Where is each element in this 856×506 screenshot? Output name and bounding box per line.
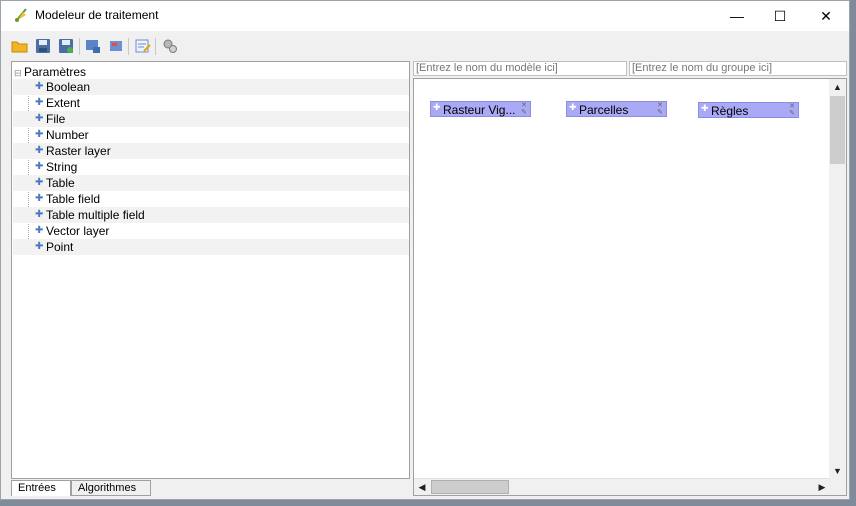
title-bar: Modeleur de traitement — ☐ ✕ [1, 1, 849, 31]
close-button[interactable]: ✕ [803, 1, 849, 31]
node-input-icon: ✚ [701, 103, 709, 113]
window-title: Modeleur de traitement [35, 8, 159, 22]
add-input-icon: ✚ [35, 113, 44, 124]
add-input-icon: ✚ [35, 241, 44, 252]
tree-item-label: Boolean [46, 80, 91, 94]
model-name-input[interactable]: [Entrez le nom du modèle ici] [413, 61, 627, 76]
export-image-icon [86, 40, 100, 53]
toolbar-separator [155, 38, 156, 55]
node-edit-delete-icon[interactable]: ✕ ✎ [656, 102, 664, 116]
tree-item-number[interactable]: ✚ Number [13, 127, 409, 143]
tree-item-label: Point [46, 240, 74, 254]
scroll-down-icon[interactable]: ▼ [829, 463, 846, 479]
export-python-button[interactable] [107, 37, 125, 55]
tree-item-label: Extent [46, 96, 81, 110]
toolbar [1, 32, 849, 60]
tree-item-extent[interactable]: ✚ Extent [13, 95, 409, 111]
horizontal-scroll-thumb[interactable] [431, 480, 509, 494]
run-model-button[interactable] [161, 37, 179, 55]
horizontal-scrollbar[interactable]: ◀ ▶ [414, 478, 830, 495]
add-input-icon: ✚ [35, 97, 44, 108]
tree-item-label: Table field [46, 192, 101, 206]
scroll-left-icon[interactable]: ◀ [414, 479, 430, 495]
model-canvas[interactable]: ✚ Rasteur Vig... ✕ ✎ ✚ Parcelles ✕ ✎ ✚ Règ… [413, 78, 847, 496]
open-model-button[interactable] [11, 37, 29, 55]
tab-algorithms[interactable]: Algorithmes [71, 480, 151, 496]
tree-item-string[interactable]: ✚ String [13, 159, 409, 175]
add-input-icon: ✚ [35, 193, 44, 204]
model-input-node[interactable]: ✚ Rasteur Vig... ✕ ✎ [430, 101, 531, 117]
toolbar-separator [128, 38, 129, 55]
scroll-right-icon[interactable]: ▶ [814, 479, 830, 495]
minimize-button[interactable]: — [714, 1, 760, 31]
add-input-icon: ✚ [35, 129, 44, 140]
edit-help-icon [135, 39, 151, 53]
add-input-icon: ✚ [35, 225, 44, 236]
tree-item-label: Number [46, 128, 89, 142]
node-label: Rasteur Vig... [443, 103, 516, 117]
save-model-button[interactable] [34, 37, 52, 55]
tree-item-label: File [46, 112, 66, 126]
model-input-node[interactable]: ✚ Règles ✕ ✎ [698, 102, 799, 118]
folder-icon [11, 41, 28, 53]
export-script-icon [110, 41, 122, 51]
tree-item-label: Vector layer [46, 224, 110, 238]
tree-item-table-multiple-field[interactable]: ✚ Table multiple field [13, 207, 409, 223]
node-input-icon: ✚ [433, 102, 441, 112]
model-input-node[interactable]: ✚ Parcelles ✕ ✎ [566, 101, 667, 117]
tree-item-label: Table multiple field [46, 208, 145, 222]
scroll-up-icon[interactable]: ▲ [829, 79, 846, 95]
node-edit-delete-icon[interactable]: ✕ ✎ [788, 103, 796, 117]
save-as-model-button[interactable] [57, 37, 75, 55]
tree-item-label: Raster layer [46, 144, 111, 158]
add-input-icon: ✚ [35, 161, 44, 172]
tree-item-file[interactable]: ✚ File [13, 111, 409, 127]
edit-help-button[interactable] [134, 37, 152, 55]
vertical-scrollbar[interactable]: ▲ ▼ [829, 79, 846, 479]
tree-root-label: Paramètres [24, 65, 87, 79]
add-input-icon: ✚ [35, 81, 44, 92]
group-name-input[interactable]: [Entrez le nom du groupe ici] [629, 61, 847, 76]
node-input-icon: ✚ [569, 102, 577, 112]
vertical-scroll-thumb[interactable] [830, 96, 845, 164]
node-label: Règles [711, 104, 749, 118]
add-input-icon: ✚ [35, 145, 44, 156]
tree-item-label: Table [46, 176, 75, 190]
gears-icon [163, 39, 177, 53]
node-edit-delete-icon[interactable]: ✕ ✎ [520, 102, 528, 116]
modeler-window: Modeleur de traitement — ☐ ✕ ⊟ Paramètre… [0, 0, 850, 500]
tree-item-raster-layer[interactable]: ✚ Raster layer [13, 143, 409, 159]
tree-item-label: String [46, 160, 78, 174]
maximize-button[interactable]: ☐ [757, 1, 803, 31]
tree-item-boolean[interactable]: ✚ Boolean [13, 79, 409, 95]
save-as-icon [59, 39, 73, 53]
node-label: Parcelles [579, 103, 629, 117]
scroll-corner [829, 478, 846, 495]
save-icon [36, 39, 50, 53]
qgis-logo-icon [13, 7, 29, 23]
tree-item-table-field[interactable]: ✚ Table field [13, 191, 409, 207]
tree-item-point[interactable]: ✚ Point [13, 239, 409, 255]
tab-inputs[interactable]: Entrées [11, 480, 71, 496]
add-input-icon: ✚ [35, 209, 44, 220]
inputs-panel: ⊟ Paramètres ✚ Boolean ✚ Extent ✚ File ✚ Numb… [11, 61, 410, 479]
tree-root-parameters[interactable]: ⊟ Paramètres [14, 64, 86, 80]
tree-item-table[interactable]: ✚ Table [13, 175, 409, 191]
tree-item-vector-layer[interactable]: ✚ Vector layer [13, 223, 409, 239]
export-image-button[interactable] [84, 37, 102, 55]
add-input-icon: ✚ [35, 177, 44, 188]
toolbar-separator [79, 38, 80, 55]
